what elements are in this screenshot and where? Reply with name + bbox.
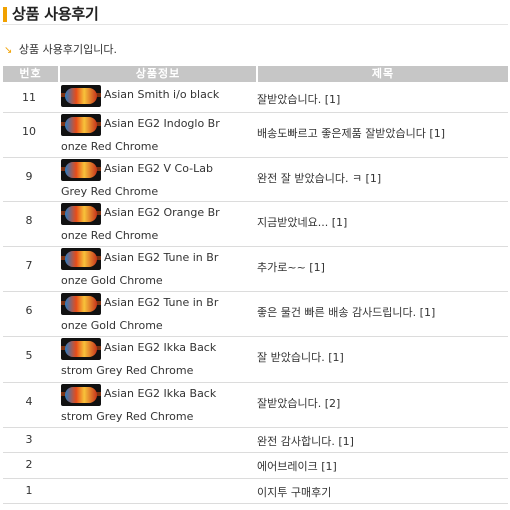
row-number: 3 — [25, 433, 33, 446]
table-row[interactable]: 1 이지투 구매후기 — [3, 478, 508, 504]
review-subject-link[interactable]: 배송도빠르고 좋은제품 잘받았습니다 [1] — [257, 125, 445, 141]
review-page: 상품 사용후기 ↘ 상품 사용후기입니다. 번호 상품정보 제목 11 Asian… — [0, 0, 510, 510]
review-subject-link[interactable]: 잘받았습니다. [1] — [257, 91, 340, 107]
header-product-info: 상품정보 — [60, 66, 256, 82]
goggle-lens-icon — [65, 162, 97, 178]
product-name-continued[interactable]: strom Grey Red Chrome — [61, 364, 193, 377]
product-thumbnail[interactable] — [61, 384, 101, 406]
row-number: 5 — [25, 349, 33, 362]
product-thumbnail[interactable] — [61, 248, 101, 270]
title-accent-bar — [3, 7, 7, 22]
goggle-lens-icon — [65, 251, 97, 267]
table-row[interactable]: 5 Asian EG2 Ikka Back strom Grey Red Chrom… — [3, 336, 508, 383]
review-subject-link[interactable]: 완전 잘 받았습니다. ㅋ [1] — [257, 170, 381, 186]
page-title: 상품 사용후기 — [12, 5, 99, 23]
table-row[interactable]: 3 완전 감사합니다. [1] — [3, 427, 508, 453]
table-header: 번호 상품정보 제목 — [3, 66, 508, 82]
product-thumbnail[interactable] — [61, 338, 101, 360]
goggle-lens-icon — [65, 117, 97, 133]
row-number: 9 — [25, 170, 33, 183]
arrow-icon: ↘ — [4, 45, 13, 56]
product-name-continued[interactable]: onze Gold Chrome — [61, 274, 163, 287]
goggle-lens-icon — [65, 88, 97, 104]
review-subject-link[interactable]: 잘 받았습니다. [1] — [257, 349, 344, 365]
product-thumbnail[interactable] — [61, 85, 101, 107]
row-number: 10 — [22, 125, 36, 138]
goggle-lens-icon — [65, 296, 97, 312]
row-number: 6 — [25, 304, 33, 317]
row-number: 11 — [22, 91, 36, 104]
goggle-lens-icon — [65, 206, 97, 222]
row-number: 8 — [25, 214, 33, 227]
row-number: 4 — [25, 395, 33, 408]
table-row[interactable]: 10 Asian EG2 Indoglo Br onze Red Chrome 배송도… — [3, 112, 508, 158]
product-name[interactable]: Asian EG2 Indoglo Br — [104, 117, 220, 130]
table-row[interactable]: 4 Asian EG2 Ikka Back strom Grey Red Chrom… — [3, 382, 508, 428]
row-number: 1 — [25, 484, 33, 497]
product-name[interactable]: Asian EG2 Tune in Br — [104, 296, 218, 309]
product-name-continued[interactable]: onze Gold Chrome — [61, 319, 163, 332]
review-subject-link[interactable]: 완전 감사합니다. [1] — [257, 433, 354, 449]
product-name-continued[interactable]: Grey Red Chrome — [61, 185, 158, 198]
table-row[interactable]: 11 Asian Smith i/o black 잘받았습니다. [1] — [3, 83, 508, 113]
table-row[interactable]: 9 Asian EG2 V Co-Lab Grey Red Chrome 완전 잘 받… — [3, 157, 508, 202]
row-number: 7 — [25, 259, 33, 272]
product-name-continued[interactable]: strom Grey Red Chrome — [61, 410, 193, 423]
product-name[interactable]: Asian EG2 Ikka Back — [104, 387, 216, 400]
review-subject-link[interactable]: 잘받았습니다. [2] — [257, 395, 340, 411]
product-name[interactable]: Asian Smith i/o black — [104, 88, 219, 101]
review-subject-link[interactable]: 좋은 물건 빠른 배송 감사드립니다. [1] — [257, 304, 435, 320]
product-thumbnail[interactable] — [61, 293, 101, 315]
goggle-lens-icon — [65, 341, 97, 357]
product-name[interactable]: Asian EG2 Tune in Br — [104, 251, 218, 264]
review-subject-link[interactable]: 지금받았네요... [1] — [257, 214, 347, 230]
product-name[interactable]: Asian EG2 Ikka Back — [104, 341, 216, 354]
header-subject: 제목 — [258, 66, 508, 82]
review-subject-link[interactable]: 이지투 구매후기 — [257, 484, 331, 500]
goggle-lens-icon — [65, 387, 97, 403]
product-thumbnail[interactable] — [61, 203, 101, 225]
page-header: 상품 사용후기 — [2, 2, 508, 25]
product-thumbnail[interactable] — [61, 114, 101, 136]
product-thumbnail[interactable] — [61, 159, 101, 181]
table-row[interactable]: 6 Asian EG2 Tune in Br onze Gold Chrome 좋은 … — [3, 291, 508, 337]
table-row[interactable]: 7 Asian EG2 Tune in Br onze Gold Chrome 추가로… — [3, 246, 508, 292]
page-subtitle: ↘ 상품 사용후기입니다. — [4, 41, 117, 57]
row-number: 2 — [25, 458, 33, 471]
review-subject-link[interactable]: 에어브레이크 [1] — [257, 458, 337, 474]
header-number: 번호 — [3, 66, 58, 82]
table-row[interactable]: 8 Asian EG2 Orange Br onze Red Chrome 지금받았네… — [3, 201, 508, 247]
product-name-continued[interactable]: onze Red Chrome — [61, 140, 158, 153]
product-name-continued[interactable]: onze Red Chrome — [61, 229, 158, 242]
product-name[interactable]: Asian EG2 Orange Br — [104, 206, 220, 219]
review-subject-link[interactable]: 추가로~~ [1] — [257, 259, 325, 275]
product-name[interactable]: Asian EG2 V Co-Lab — [104, 162, 213, 175]
page-subtitle-text: 상품 사용후기입니다. — [18, 43, 117, 56]
table-row[interactable]: 2 에어브레이크 [1] — [3, 452, 508, 479]
